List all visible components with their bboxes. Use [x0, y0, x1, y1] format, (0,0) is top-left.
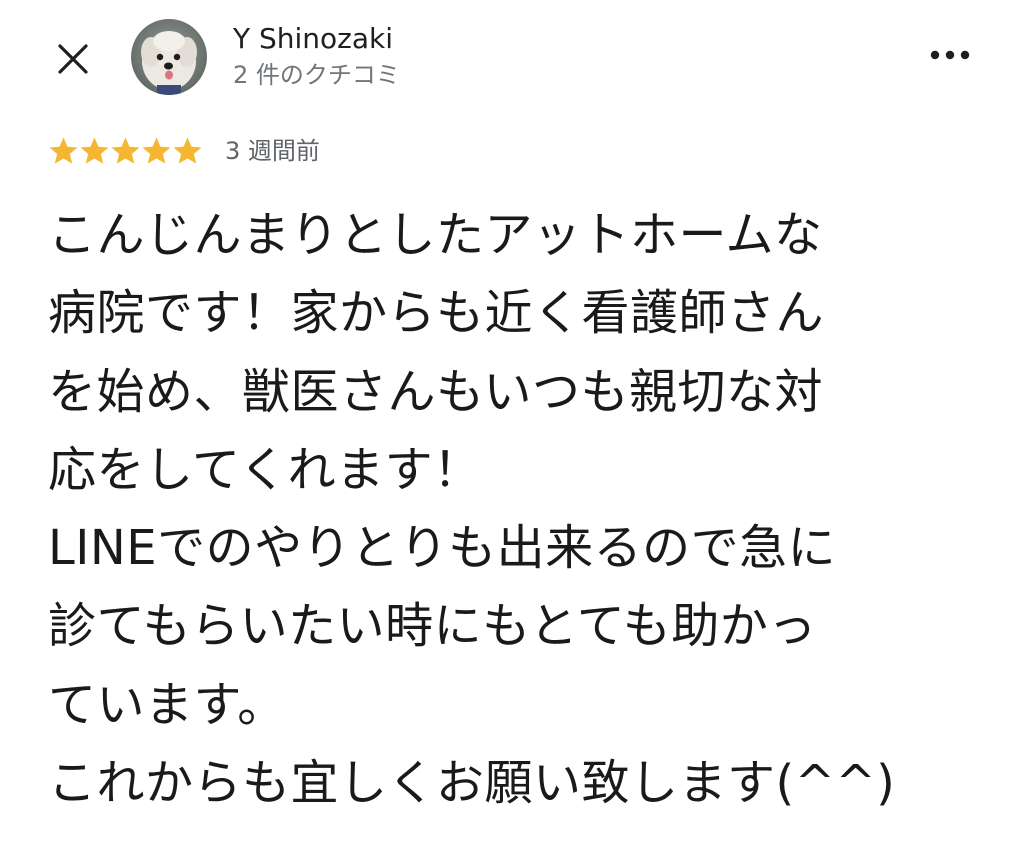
review-text-line: ています。 [48, 676, 286, 733]
star-filled-icon [49, 137, 78, 164]
user-name[interactable]: Y Shinozaki [233, 22, 393, 56]
avatar[interactable] [131, 19, 207, 95]
review-count: 2 件のクチコミ [233, 61, 400, 89]
review-text-line: 病院です！家からも近く看護師さん [48, 285, 825, 342]
review-date: 3 週間前 [225, 137, 320, 165]
review-text-line: LINEでのやりとりも出来るので急に [48, 520, 837, 577]
close-button[interactable] [50, 36, 96, 82]
star-filled-icon [142, 137, 171, 164]
review-text-line: こんじんまりとしたアットホームな [48, 207, 823, 263]
star-filled-icon [80, 137, 109, 164]
close-icon [58, 44, 88, 74]
review-text-line: 応をしてくれます！ [48, 441, 482, 498]
more-horizontal-icon [930, 50, 970, 60]
star-filled-icon [173, 137, 202, 164]
star-rating [48, 136, 203, 167]
review-text-line: を始め、獣医さんもいつも親切な対 [48, 363, 824, 420]
rating-row: 3 週間前 [48, 133, 320, 169]
star-filled-icon [111, 137, 140, 164]
review-text-line: これからも宜しくお願い致します(^^) [48, 755, 896, 812]
more-options-button[interactable] [925, 40, 975, 70]
review-text-line: 診てもらいたい時にもとても助かっ [48, 598, 817, 655]
review-text: こんじんまりとしたアットホームな 病院です！家からも近く看護師さん を始め、獣医… [48, 196, 1008, 822]
